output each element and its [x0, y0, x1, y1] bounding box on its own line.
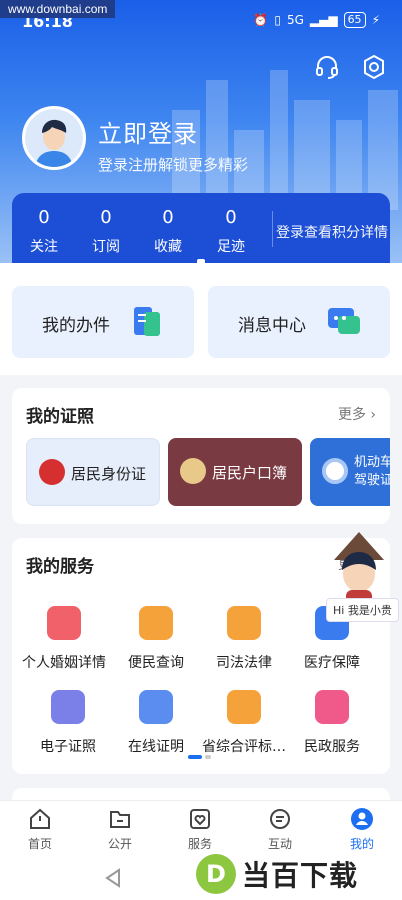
battery-indicator: 65 — [343, 12, 366, 28]
services-title: 我的服务 — [26, 557, 94, 577]
my-cases-label: 我的办件 — [42, 316, 110, 336]
stat-follow[interactable]: 0 关注 — [14, 207, 74, 256]
license-label: 居民户口簿 — [212, 464, 288, 482]
service-label: 民政服务 — [304, 739, 360, 755]
user-avatar-illustration — [25, 109, 83, 167]
stat-label: 订阅 — [92, 239, 120, 255]
tab-interaction[interactable]: 互动 — [250, 807, 310, 852]
brand-logo-badge: D — [196, 854, 236, 894]
stat-value: 0 — [162, 207, 174, 228]
login-subtitle: 登录注册解锁更多精彩 — [98, 156, 249, 174]
steering-wheel-icon — [322, 458, 348, 484]
download-site-logo: D 当百下载 — [196, 848, 402, 900]
back-icon[interactable] — [104, 868, 122, 888]
heart-shield-icon — [190, 809, 210, 829]
service-label: 电子证照 — [40, 739, 96, 755]
care-hands-icon — [315, 690, 349, 724]
licenses-more-link[interactable]: 更多 › — [338, 404, 376, 424]
stat-favorites[interactable]: 0 收藏 — [138, 207, 198, 256]
quick-actions-panel: 我的办件 消息中心 — [0, 263, 402, 375]
license-household-register[interactable]: 居民户口簿 — [168, 438, 302, 506]
page-indicator — [188, 755, 211, 759]
login-title[interactable]: 立即登录 — [98, 114, 198, 149]
chat-bubble-icon — [270, 809, 290, 829]
pull-handle — [197, 259, 205, 267]
settings-button[interactable] — [361, 54, 387, 80]
license-label: 机动车驾驶证 — [354, 455, 390, 488]
tab-services[interactable]: 服务 — [170, 807, 230, 852]
stat-value: 0 — [225, 207, 237, 228]
marriage-certificate-icon — [47, 606, 81, 640]
service-label: 在线证明 — [128, 739, 184, 755]
license-label: 居民身份证 — [71, 465, 147, 483]
service-label: 省综合评标… — [202, 739, 286, 755]
vibrate-icon: ▯ — [274, 13, 281, 27]
service-label: 医疗保障 — [304, 655, 360, 671]
license-id-card[interactable]: 居民身份证 — [26, 438, 160, 506]
page-dot-active — [188, 755, 202, 759]
service-bid-evaluation[interactable]: 省综合评标… — [198, 690, 290, 756]
stat-subscribe[interactable]: 0 订阅 — [76, 207, 136, 256]
charging-icon: ⚡ — [371, 13, 380, 27]
brand-text: 当百下载 — [242, 859, 359, 892]
assistant-greeting[interactable]: Hi 我是小贵 — [326, 598, 399, 622]
chat-icon — [328, 308, 360, 334]
stat-value: 0 — [38, 207, 50, 228]
headset-icon — [316, 56, 338, 79]
evaluator-icon — [227, 690, 261, 724]
my-licenses-card: 我的证照 更多 › 居民身份证 居民户口簿 机动车驾驶证 — [12, 388, 390, 524]
tab-label: 公开 — [107, 837, 132, 851]
user-stats-bar: 0 关注 0 订阅 0 收藏 0 足迹 登录查看积分详情 — [12, 193, 390, 263]
message-center-label: 消息中心 — [238, 316, 306, 336]
profile-icon — [351, 808, 373, 830]
message-center-button[interactable]: 消息中心 — [208, 286, 390, 358]
national-emblem-icon — [180, 458, 206, 484]
stat-label: 足迹 — [217, 239, 245, 255]
avatar[interactable] — [22, 106, 86, 170]
service-label: 便民查询 — [128, 655, 184, 671]
license-driver[interactable]: 机动车驾驶证 — [310, 438, 390, 506]
tab-home[interactable]: 首页 — [10, 807, 70, 852]
alarm-icon: ⏰ — [253, 13, 269, 27]
stat-history[interactable]: 0 足迹 — [201, 207, 261, 256]
house-smile-icon — [139, 606, 173, 640]
licenses-title: 我的证照 — [26, 407, 94, 427]
service-label: 司法法律 — [216, 655, 272, 671]
id-card-icon — [51, 690, 85, 724]
stat-label: 收藏 — [154, 239, 182, 255]
stat-value: 0 — [100, 207, 112, 228]
stat-label: 关注 — [30, 239, 58, 255]
service-label: 个人婚姻详情 — [22, 655, 106, 671]
certificate-icon — [139, 690, 173, 724]
national-emblem-icon — [39, 459, 65, 485]
more-label: 更多 — [337, 407, 366, 423]
service-convenience-query[interactable]: 便民查询 — [110, 606, 202, 672]
customer-service-button[interactable] — [314, 54, 340, 80]
points-detail-link[interactable]: 登录查看积分详情 — [276, 222, 388, 242]
service-e-license[interactable]: 电子证照 — [22, 690, 114, 756]
folder-icon — [110, 811, 130, 828]
service-civil-affairs[interactable]: 民政服务 — [286, 690, 378, 756]
document-icon — [134, 307, 160, 336]
home-icon — [30, 808, 50, 829]
signal-icon: ▂▄▆ — [309, 13, 338, 27]
divider — [272, 211, 273, 247]
watermark: www.downbai.com — [0, 0, 116, 18]
status-icons: ⏰ ▯ 5G ▂▄▆ 65 ⚡ — [253, 12, 380, 28]
service-marriage[interactable]: 个人婚姻详情 — [18, 606, 110, 672]
tab-label: 首页 — [27, 837, 52, 851]
page-dot — [205, 755, 211, 759]
gavel-icon — [227, 606, 261, 640]
settings-icon — [364, 54, 384, 80]
tab-public[interactable]: 公开 — [90, 807, 150, 852]
tab-mine[interactable]: 我的 — [332, 807, 392, 852]
network-label: 5G — [286, 13, 304, 27]
service-online-certificate[interactable]: 在线证明 — [110, 690, 202, 756]
my-cases-button[interactable]: 我的办件 — [12, 286, 194, 358]
service-judicial[interactable]: 司法法律 — [198, 606, 290, 672]
